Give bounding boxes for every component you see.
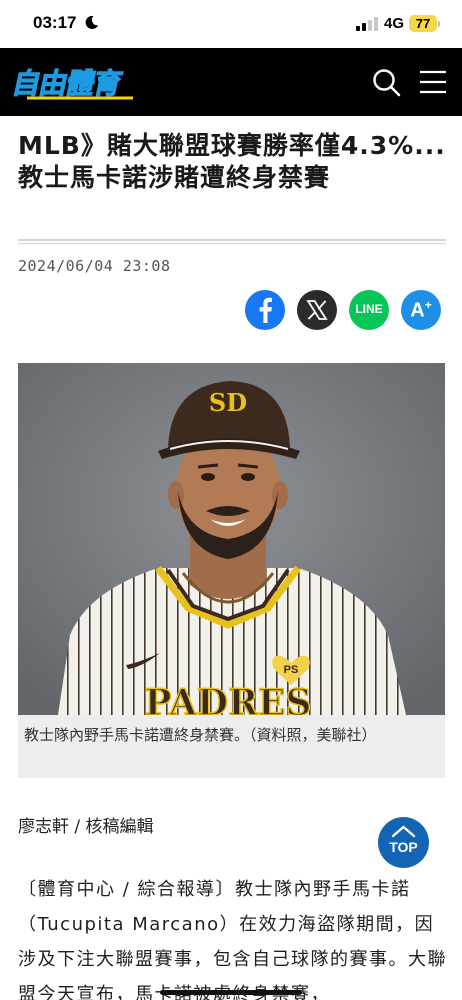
home-indicator[interactable] xyxy=(160,990,302,995)
x-share-button[interactable] xyxy=(297,290,337,330)
top-label: TOP xyxy=(389,839,418,855)
line-share-button[interactable]: LINE xyxy=(349,290,389,330)
player-portrait: SD PS PADRES xyxy=(18,363,445,715)
article-photo[interactable]: SD PS PADRES xyxy=(18,363,445,715)
font-size-letter: A xyxy=(410,299,425,322)
menu-icon[interactable] xyxy=(418,68,448,96)
article-date: 2024/06/04 23:08 xyxy=(18,257,171,275)
signal-icon xyxy=(356,17,378,31)
network-type: 4G xyxy=(384,15,405,32)
battery-cap xyxy=(438,21,440,27)
status-bar: 03:17 4G 77 xyxy=(0,0,462,48)
line-icon: LINE xyxy=(355,302,383,316)
font-size-plus: + xyxy=(424,298,432,312)
back-to-top-button[interactable]: TOP xyxy=(378,817,429,868)
site-logo[interactable]: 自由體育 xyxy=(5,64,145,102)
title-divider-thin xyxy=(18,243,446,244)
search-icon[interactable] xyxy=(371,67,403,99)
facebook-share-button[interactable] xyxy=(245,290,285,330)
article-byline: 廖志軒 / 核稿編輯 xyxy=(18,817,154,837)
font-size-icon: A+ xyxy=(401,298,441,323)
status-time: 03:17 xyxy=(33,13,77,32)
photo-caption: 教士隊內野手馬卡諾遭終身禁賽。（資料照，美聯社） xyxy=(24,726,377,744)
battery-level: 77 xyxy=(409,15,437,32)
font-size-button[interactable]: A+ xyxy=(401,290,441,330)
photo-caption-box: 教士隊內野手馬卡諾遭終身禁賽。（資料照，美聯社） xyxy=(18,715,445,778)
title-divider xyxy=(18,239,446,241)
svg-text:PADRES: PADRES xyxy=(145,682,312,715)
top-arrow-icon xyxy=(391,825,416,838)
svg-text:PS: PS xyxy=(284,664,299,676)
facebook-icon xyxy=(259,297,272,323)
article-title: MLB》賭大聯盟球賽勝率僅4.3%... 教士馬卡諾涉賭遭終身禁賽 xyxy=(18,131,446,192)
article-body: 〔體育中心 / 綜合報導〕教士隊內野手馬卡諾（Tucupita Marcano）… xyxy=(18,879,447,1000)
svg-text:SD: SD xyxy=(209,388,247,417)
x-icon xyxy=(306,300,328,320)
moon-icon xyxy=(85,15,99,29)
svg-text:自由體育: 自由體育 xyxy=(9,67,125,100)
